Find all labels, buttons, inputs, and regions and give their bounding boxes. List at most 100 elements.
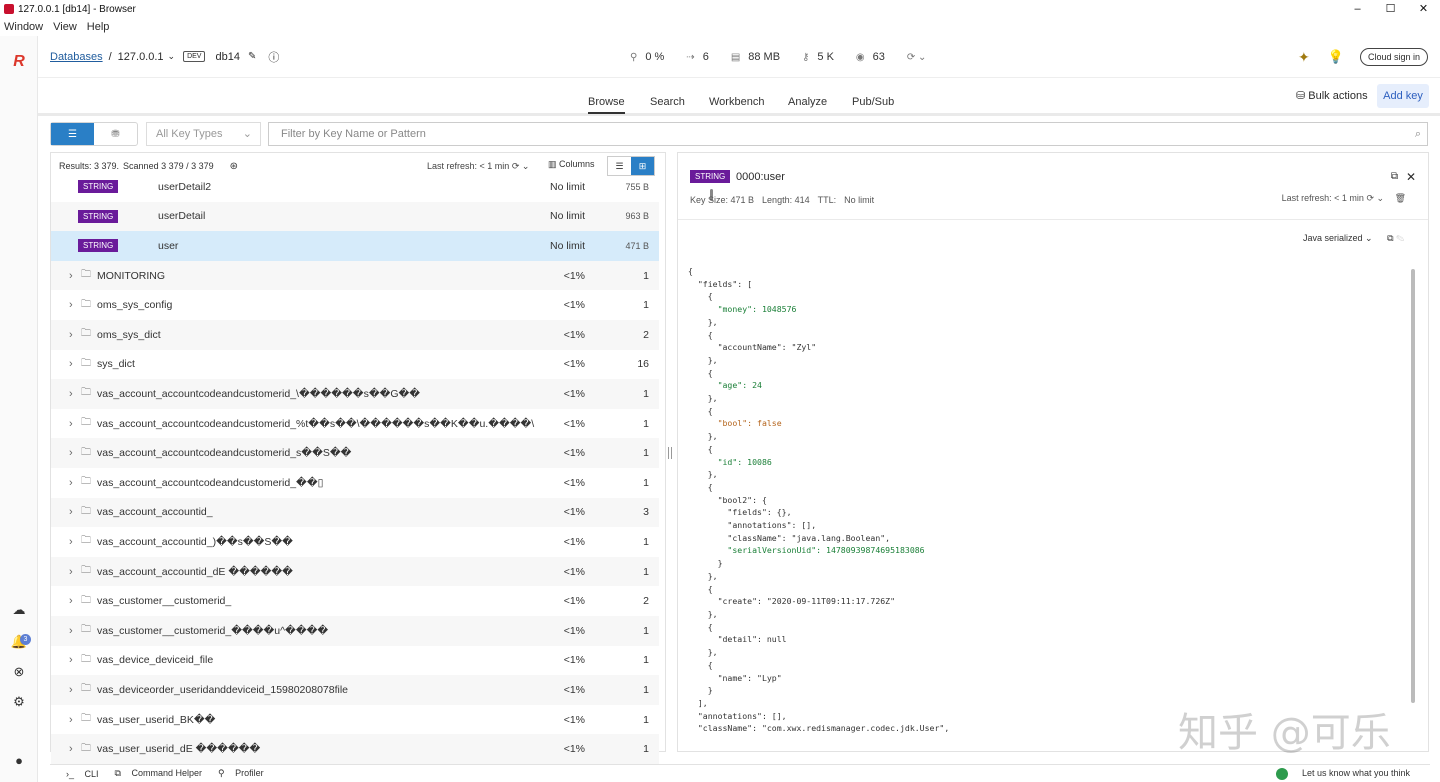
chevron-right-icon[interactable]: › bbox=[69, 595, 73, 607]
menu-window[interactable]: Window bbox=[4, 21, 43, 33]
top-right-actions: ✦ 💡 Cloud sign in bbox=[1298, 36, 1428, 78]
folder-name: vas_deviceorder_useridanddeviceid_159802… bbox=[97, 683, 349, 696]
chevron-right-icon[interactable]: › bbox=[69, 743, 73, 755]
tab-search[interactable]: Search bbox=[650, 96, 685, 108]
folder-row[interactable]: › 🗀 vas_account_accountid_ <1% 3 bbox=[51, 497, 659, 528]
folder-icon: 🗀 bbox=[81, 298, 91, 310]
tab-workbench[interactable]: Workbench bbox=[709, 96, 764, 108]
key-row[interactable]: STRING userDetail2 No limit 755 B bbox=[51, 172, 659, 202]
chevron-right-icon[interactable]: › bbox=[69, 329, 73, 341]
refresh-icon[interactable]: ⟳ ⌄ bbox=[907, 52, 927, 63]
folder-row[interactable]: › 🗀 vas_account_accountcodeandcustomerid_\… bbox=[51, 379, 659, 409]
minimize-icon[interactable]: – bbox=[1341, 0, 1374, 18]
redis-logo-icon[interactable]: R bbox=[11, 53, 27, 70]
folder-row[interactable]: › 🗀 vas_user_userid_BK�� <1% 1 bbox=[51, 705, 659, 735]
detail-divider bbox=[678, 219, 1428, 220]
add-key-button[interactable]: Add key bbox=[1377, 84, 1429, 108]
close-icon[interactable]: ✕ bbox=[1406, 170, 1416, 184]
folder-row[interactable]: › 🗀 sys_dict <1% 16 bbox=[51, 350, 659, 380]
folder-row[interactable]: › 🗀 MONITORING <1% 1 bbox=[51, 260, 659, 291]
cloud-icon[interactable]: ☁ bbox=[11, 602, 27, 618]
maximize-icon[interactable]: ☐ bbox=[1374, 0, 1407, 18]
cloud-sign-in-button[interactable]: Cloud sign in bbox=[1359, 48, 1428, 66]
columns-button[interactable]: ▥ Columns bbox=[548, 159, 595, 170]
chevron-right-icon[interactable]: › bbox=[69, 625, 73, 637]
expand-icon[interactable]: ⧉ bbox=[1391, 171, 1398, 182]
breadcrumb-separator: / bbox=[108, 50, 112, 63]
edit-icon[interactable]: ✎ bbox=[248, 51, 256, 62]
bulk-actions-button[interactable]: ⛁ Bulk actions bbox=[1296, 89, 1368, 102]
key-type-select[interactable]: All Key Types ⌄ bbox=[146, 122, 261, 146]
chevron-right-icon[interactable]: › bbox=[69, 388, 73, 400]
chevron-down-icon[interactable]: ⌄ bbox=[168, 51, 176, 62]
tab-pubsub[interactable]: Pub/Sub bbox=[852, 96, 894, 108]
chevron-right-icon[interactable]: › bbox=[69, 654, 73, 666]
chevron-right-icon[interactable]: › bbox=[69, 566, 73, 578]
folder-percent: <1% bbox=[563, 743, 585, 756]
cli-button[interactable]: ›_ CLI bbox=[58, 769, 99, 779]
github-icon[interactable]: ● bbox=[11, 752, 27, 768]
chevron-right-icon[interactable]: › bbox=[69, 299, 73, 311]
chevron-right-icon[interactable]: › bbox=[69, 506, 73, 518]
sparkle-icon[interactable]: ✦ bbox=[1298, 49, 1310, 66]
lightbulb-icon[interactable]: 💡 bbox=[1328, 49, 1344, 65]
panel-resize-handle[interactable] bbox=[668, 447, 672, 459]
folder-row[interactable]: › 🗀 vas_device_deviceid_file <1% 1 bbox=[51, 646, 659, 676]
folder-row[interactable]: › 🗀 vas_account_accountid_)��s��S�� <1% 1 bbox=[51, 527, 659, 557]
main-tabs: Browse Search Workbench Analyze Pub/Sub bbox=[38, 78, 1440, 116]
filter-view-icon[interactable]: ☰ bbox=[51, 123, 94, 145]
folder-row[interactable]: › 🗀 vas_account_accountcodeandcustomerid_�… bbox=[51, 468, 659, 498]
databases-link[interactable]: Databases bbox=[50, 51, 103, 63]
value-scrollbar[interactable] bbox=[1411, 269, 1415, 703]
vector-view-icon[interactable]: ⛃ bbox=[94, 123, 137, 145]
key-ttl: No limit bbox=[549, 239, 585, 252]
menu-help[interactable]: Help bbox=[87, 21, 110, 33]
chevron-right-icon[interactable]: › bbox=[69, 477, 73, 489]
chevron-right-icon[interactable]: › bbox=[69, 418, 73, 430]
chevron-right-icon[interactable]: › bbox=[69, 270, 73, 282]
folder-row[interactable]: › 🗀 vas_customer__customerid_����u^���� <1%… bbox=[51, 616, 659, 646]
edit-icon[interactable]: ✎ bbox=[1396, 233, 1404, 243]
scan-more-icon[interactable]: ⊛ bbox=[230, 161, 238, 172]
chevron-right-icon[interactable]: › bbox=[69, 358, 73, 370]
copy-icon[interactable]: ⧉ bbox=[1387, 233, 1393, 243]
folder-row[interactable]: › 🗀 vas_account_accountcodeandcustomerid_s… bbox=[51, 438, 659, 468]
refresh-icon[interactable]: ⟳ ⌄ bbox=[512, 161, 530, 171]
info-icon[interactable]: ⓘ bbox=[268, 49, 279, 65]
gear-icon[interactable]: ⚙ bbox=[11, 694, 27, 710]
folder-row[interactable]: › 🗀 vas_account_accountid_dE ������ <1% 1 bbox=[51, 556, 659, 587]
profiler-button[interactable]: ⚲ Profiler bbox=[210, 768, 264, 779]
host-selector[interactable]: 127.0.0.1 bbox=[118, 51, 164, 63]
folder-row[interactable]: › 🗀 oms_sys_dict <1% 2 bbox=[51, 320, 659, 350]
folder-row[interactable]: › 🗀 oms_sys_config <1% 1 bbox=[51, 290, 659, 320]
chevron-right-icon[interactable]: › bbox=[69, 536, 73, 548]
window-title: 127.0.0.1 [db14] - Browser bbox=[18, 3, 136, 15]
search-icon[interactable]: ⌕ bbox=[1415, 123, 1421, 145]
delete-icon[interactable]: 🗑 bbox=[1395, 193, 1406, 203]
format-select[interactable]: Java serialized ⌄ ⧉ ✎ bbox=[1303, 233, 1404, 244]
folder-row[interactable]: › 🗀 vas_customer__customerid_ <1% 2 bbox=[51, 586, 659, 616]
chevron-right-icon[interactable]: › bbox=[69, 714, 73, 726]
close-icon[interactable]: ✕ bbox=[1407, 0, 1440, 18]
window-titlebar: 127.0.0.1 [db14] - Browser – ☐ ✕ bbox=[0, 0, 1440, 18]
key-filter-input[interactable]: Filter by Key Name or Pattern ⌕ bbox=[268, 122, 1428, 146]
settings-wheel-icon[interactable]: ⊗ bbox=[11, 664, 27, 680]
ttl-value[interactable]: No limit bbox=[844, 195, 874, 205]
tab-browse[interactable]: Browse bbox=[588, 96, 625, 114]
tab-analyze[interactable]: Analyze bbox=[788, 96, 827, 108]
folder-percent: <1% bbox=[563, 387, 585, 400]
feedback-link[interactable]: Let us know what you think bbox=[1268, 768, 1410, 780]
folder-row[interactable]: › 🗀 vas_account_accountcodeandcustomerid_%… bbox=[51, 409, 659, 439]
value-viewer[interactable]: { "fields": [ { "money": 1048576 }, { "a… bbox=[688, 265, 1408, 745]
menu-view[interactable]: View bbox=[53, 21, 77, 33]
key-row[interactable]: STRING user No limit 471 B bbox=[51, 231, 659, 261]
command-helper-button[interactable]: ⧉ Command Helper bbox=[107, 768, 202, 779]
folder-count: 1 bbox=[643, 417, 649, 430]
refresh-icon[interactable]: ⟳ ⌄ bbox=[1366, 193, 1384, 203]
folder-percent: <1% bbox=[563, 506, 585, 519]
chevron-right-icon[interactable]: › bbox=[69, 684, 73, 696]
folder-row[interactable]: › 🗀 vas_user_userid_dE ������ <1% 1 bbox=[51, 734, 659, 764]
chevron-right-icon[interactable]: › bbox=[69, 447, 73, 459]
key-row[interactable]: STRING userDetail No limit 963 B bbox=[51, 201, 659, 232]
folder-row[interactable]: › 🗀 vas_deviceorder_useridanddeviceid_1598… bbox=[51, 675, 659, 705]
